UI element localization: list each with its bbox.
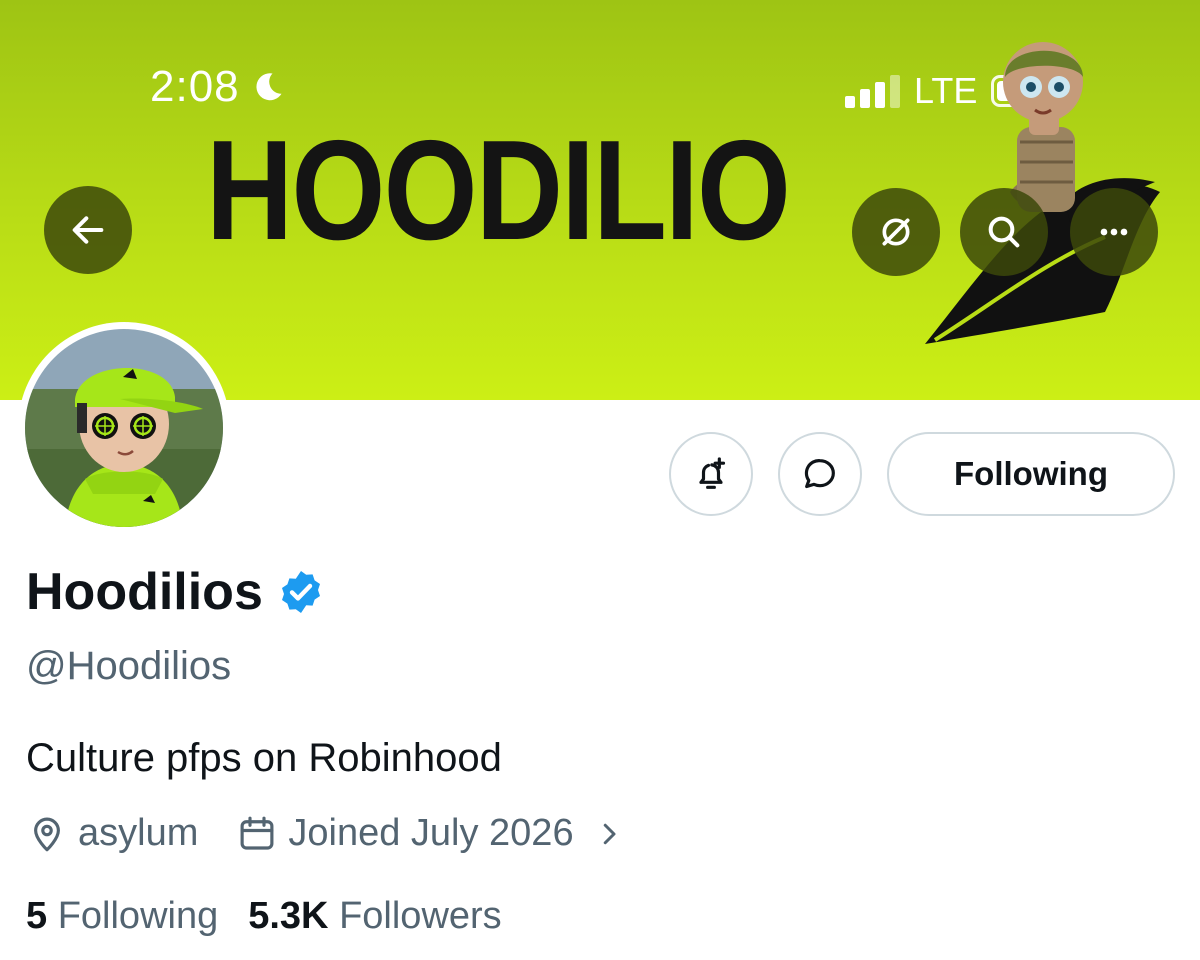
message-button[interactable]: [778, 432, 862, 516]
follow-stats: 5 Following 5.3K Followers: [26, 895, 502, 938]
eye-slash-icon: [882, 218, 910, 246]
chat-bubble-icon: [804, 459, 835, 489]
followers-count-link[interactable]: 5.3K Followers: [248, 895, 501, 938]
bell-plus-icon: [699, 457, 726, 489]
location-text: asylum: [78, 812, 199, 854]
bio: Culture pfps on Robinhood: [26, 736, 502, 780]
more-button[interactable]: [1070, 188, 1158, 276]
display-name-text: Hoodilios: [26, 563, 263, 621]
calendar-icon: [240, 816, 274, 850]
search-icon: [988, 216, 1020, 248]
user-handle: @Hoodilios: [26, 644, 232, 688]
banner-character-illustration: [925, 42, 1160, 344]
followers-label: Followers: [339, 895, 502, 937]
followers-count: 5.3K: [248, 895, 329, 937]
following-button[interactable]: Following: [887, 432, 1175, 516]
signal-icon: [845, 74, 900, 108]
profile-meta: asylum Joined July 2026: [26, 812, 624, 855]
joined-text: Joined July 2026: [288, 812, 574, 854]
status-time-text: 2:08: [150, 62, 240, 111]
location: asylum: [26, 812, 198, 855]
location-pin-icon: [34, 817, 60, 851]
following-count: 5: [26, 895, 48, 937]
hide-posts-button[interactable]: [852, 188, 940, 276]
following-label: Following: [57, 895, 219, 937]
avatar-image: [25, 329, 223, 527]
chevron-right-icon: [603, 823, 616, 844]
status-time: 2:08: [150, 62, 286, 112]
banner-brand-text: HOODILIO: [206, 111, 791, 270]
arrow-left-icon: [72, 216, 104, 244]
ellipsis-icon: [1100, 228, 1128, 236]
notifications-button[interactable]: [669, 432, 753, 516]
verified-badge-icon[interactable]: [277, 568, 325, 616]
back-button[interactable]: [44, 186, 132, 274]
avatar[interactable]: [18, 322, 230, 534]
search-button[interactable]: [960, 188, 1048, 276]
joined-date[interactable]: Joined July 2026: [236, 812, 623, 855]
following-count-link[interactable]: 5 Following: [26, 895, 218, 938]
moon-icon: [256, 73, 282, 101]
display-name: Hoodilios: [26, 562, 325, 622]
